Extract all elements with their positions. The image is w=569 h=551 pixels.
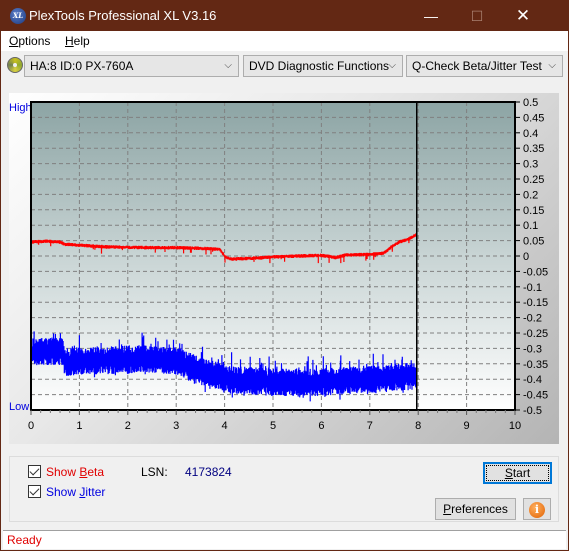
test-select-value: Q-Check Beta/Jitter Test bbox=[412, 59, 542, 73]
show-beta-rest: eta bbox=[87, 465, 105, 479]
app-window: XL PlexTools Professional XL V3.16 — ☐ ✕… bbox=[0, 0, 569, 551]
info-button[interactable]: i bbox=[523, 498, 551, 520]
y-tick-label: 0.05 bbox=[523, 236, 544, 248]
y-tick-label: 0.15 bbox=[523, 205, 544, 217]
y-tick-label: -0.45 bbox=[523, 390, 548, 402]
show-beta-label[interactable]: Show Beta bbox=[46, 465, 104, 479]
drive-select[interactable]: HA:8 ID:0 PX-760A ⌵ bbox=[24, 55, 239, 77]
function-select-value: DVD Diagnostic Functions bbox=[249, 59, 390, 73]
title-bar: XL PlexTools Professional XL V3.16 — ☐ ✕ bbox=[1, 1, 568, 31]
chevron-down-icon: ⌵ bbox=[224, 60, 232, 71]
x-tick-label: 0 bbox=[28, 420, 34, 432]
x-tick-label: 2 bbox=[125, 420, 131, 432]
test-select[interactable]: Q-Check Beta/Jitter Test ⌵ bbox=[406, 55, 563, 77]
menu-help-accel: H bbox=[65, 34, 74, 48]
preferences-button[interactable]: Preferences bbox=[435, 498, 516, 520]
y-tick-label: 0.5 bbox=[523, 97, 538, 109]
start-accel: S bbox=[504, 466, 513, 480]
menu-help[interactable]: Help bbox=[65, 34, 90, 48]
menu-bar: Options Help bbox=[1, 31, 568, 51]
y-tick-label: -0.4 bbox=[523, 374, 542, 386]
status-text: Ready bbox=[7, 533, 42, 547]
x-tick-label: 1 bbox=[76, 420, 82, 432]
info-icon: i bbox=[529, 502, 545, 518]
preferences-label: references bbox=[451, 502, 508, 516]
y-tick-label: 0.4 bbox=[523, 128, 538, 140]
show-jitter-text: Show bbox=[46, 485, 80, 499]
show-jitter-rest: itter bbox=[85, 485, 106, 499]
minimize-button[interactable]: — bbox=[408, 1, 454, 31]
toolbar: HA:8 ID:0 PX-760A ⌵ DVD Diagnostic Funct… bbox=[1, 51, 568, 81]
app-logo-icon: XL bbox=[10, 8, 26, 24]
y-tick-label: 0.35 bbox=[523, 143, 544, 155]
x-tick-label: 7 bbox=[367, 420, 373, 432]
x-tick-label: 3 bbox=[173, 420, 179, 432]
drive-select-value: HA:8 ID:0 PX-760A bbox=[30, 59, 134, 73]
close-button[interactable]: ✕ bbox=[500, 1, 546, 31]
x-tick-label: 8 bbox=[415, 420, 421, 432]
chevron-down-icon: ⌵ bbox=[548, 60, 556, 71]
disc-drive-icon bbox=[7, 57, 23, 73]
x-tick-label: 9 bbox=[464, 420, 470, 432]
x-tick-label: 6 bbox=[318, 420, 324, 432]
menu-options[interactable]: Options bbox=[9, 34, 50, 48]
options-panel: Show Beta Show Jitter LSN: 4173824 Start… bbox=[9, 456, 559, 522]
y-tick-label: 0.1 bbox=[523, 220, 538, 232]
start-label: tart bbox=[512, 466, 531, 480]
y-tick-label: -0.3 bbox=[523, 343, 542, 355]
menu-options-accel: O bbox=[9, 34, 19, 48]
y-tick-label: 0.45 bbox=[523, 112, 544, 124]
y-tick-label: -0.15 bbox=[523, 297, 548, 309]
lsn-value: 4173824 bbox=[185, 465, 232, 479]
y-tick-label: 0.3 bbox=[523, 159, 538, 171]
show-jitter-checkbox[interactable] bbox=[28, 485, 41, 498]
show-beta-checkbox[interactable] bbox=[28, 465, 41, 478]
y-tick-label: -0.1 bbox=[523, 282, 542, 294]
maximize-button[interactable]: ☐ bbox=[454, 1, 500, 31]
menu-help-label: elp bbox=[73, 34, 90, 48]
window-title: PlexTools Professional XL V3.16 bbox=[29, 8, 217, 23]
menu-options-label: ptions bbox=[18, 34, 51, 48]
y-tick-label: -0.35 bbox=[523, 359, 548, 371]
preferences-accel: P bbox=[443, 502, 452, 516]
show-beta-text: Show bbox=[46, 465, 80, 479]
y-tick-label: 0.25 bbox=[523, 174, 544, 186]
function-select[interactable]: DVD Diagnostic Functions ⌵ bbox=[243, 55, 403, 77]
x-tick-label: 4 bbox=[222, 420, 228, 432]
x-tick-label: 10 bbox=[509, 420, 521, 432]
y-tick-label: -0.25 bbox=[523, 328, 548, 340]
chart-panel: High Low 0 1 2 3 4 5 6 7 8 9 10 0.5 0.45 0.4 0.35 0.3 0.… bbox=[9, 93, 559, 444]
y-tick-label: -0.2 bbox=[523, 313, 542, 325]
status-bar: Ready bbox=[3, 530, 566, 549]
show-jitter-label[interactable]: Show Jitter bbox=[46, 485, 105, 499]
y-tick-label: -0.05 bbox=[523, 266, 548, 278]
y-tick-label: 0.2 bbox=[523, 189, 538, 201]
beta-jitter-chart: 0 1 2 3 4 5 6 7 8 9 10 0.5 0.45 0.4 0.35 0.3 0.25 0.2 0.15… bbox=[28, 97, 548, 432]
chevron-down-icon: ⌵ bbox=[388, 60, 396, 71]
start-button[interactable]: Start bbox=[483, 462, 552, 484]
y-tick-label: 0 bbox=[523, 251, 529, 263]
lsn-label: LSN: bbox=[141, 465, 168, 479]
x-tick-label: 5 bbox=[270, 420, 276, 432]
y-tick-label: -0.5 bbox=[523, 405, 542, 417]
